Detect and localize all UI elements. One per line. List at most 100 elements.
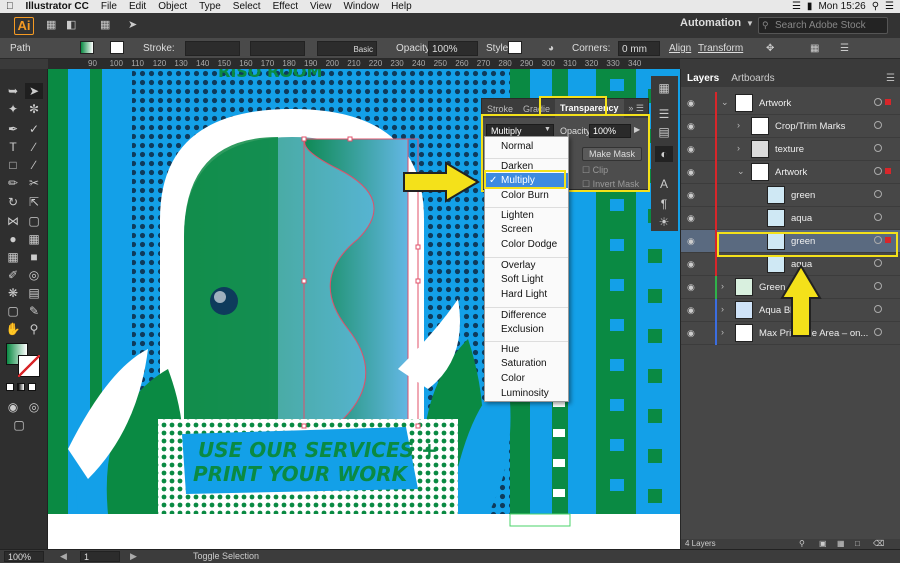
target-circle-icon[interactable] [874, 167, 882, 175]
panel-menu-icon[interactable]: » ☰ [628, 103, 648, 114]
target-circle-icon[interactable] [874, 259, 882, 267]
shape-builder-tool-icon[interactable]: ● [4, 231, 22, 247]
panel-menu-icon[interactable]: ☰ [886, 73, 900, 84]
layer-row[interactable]: ◉ green [681, 184, 900, 207]
menu-type[interactable]: Type [193, 1, 227, 12]
target-circle-icon[interactable] [874, 213, 882, 221]
chevron-right-icon[interactable]: › [721, 304, 724, 314]
next-artboard-icon[interactable]: ▶ [130, 551, 137, 562]
eraser-tool-icon[interactable]: ✂ [25, 175, 43, 191]
visibility-eye-icon[interactable]: ◉ [687, 328, 699, 338]
scale-tool-icon[interactable]: ⇱ [25, 194, 43, 210]
locate-object-icon[interactable]: ⚲ [799, 539, 805, 548]
arrange-documents-icon[interactable]: ▦ [100, 18, 110, 31]
gradient-mode-button[interactable] [17, 383, 25, 391]
blend-tool-icon[interactable]: ◎ [25, 267, 43, 283]
layer-name[interactable]: aqua [791, 213, 812, 224]
blend-option-color[interactable]: Color [485, 371, 568, 386]
menu-window[interactable]: Window [337, 1, 385, 12]
gradient-panel-icon[interactable]: ▤ [655, 124, 673, 140]
layer-row[interactable]: ◉ › Crop/Trim Marks [681, 115, 900, 138]
blend-option-hard-light[interactable]: Hard Light [485, 287, 568, 302]
zoom-tool-icon[interactable]: ⚲ [25, 321, 43, 337]
clock[interactable]: Mon 15:26 [818, 1, 865, 12]
layer-row[interactable]: ◉ ⌄ Artwork [681, 92, 900, 115]
magic-wand-tool-icon[interactable]: ✦ [4, 101, 22, 117]
chevron-down-icon[interactable]: ⌄ [721, 97, 729, 108]
draw-normal-icon[interactable]: ◉ [4, 399, 22, 415]
target-circle-icon[interactable] [874, 282, 882, 290]
selection-indicator[interactable] [885, 168, 891, 174]
layer-name[interactable]: Artwork [759, 98, 791, 109]
rotate-tool-icon[interactable]: ↻ [4, 194, 22, 210]
fill-swatch[interactable] [80, 41, 94, 54]
visibility-eye-icon[interactable]: ◉ [687, 167, 699, 177]
screen-mode-icon[interactable]: ▢ [4, 417, 34, 433]
menu-view[interactable]: View [304, 1, 338, 12]
chevron-right-icon[interactable]: › [721, 327, 724, 337]
menu-select[interactable]: Select [227, 1, 267, 12]
prev-artboard-icon[interactable]: ◀ [60, 551, 67, 562]
blend-option-lighten[interactable]: Lighten [485, 207, 568, 222]
gpu-rocket-icon[interactable]: ➤ [128, 18, 137, 31]
blend-option-exclusion[interactable]: Exclusion [485, 322, 568, 337]
layer-name[interactable]: green [791, 190, 815, 201]
blend-option-saturation[interactable]: Saturation [485, 356, 568, 371]
blend-option-difference[interactable]: Difference [485, 307, 568, 322]
blend-option-color-burn[interactable]: Color Burn [485, 188, 568, 203]
make-clipping-mask-icon[interactable]: ▣ [819, 539, 827, 548]
workspace-switcher[interactable]: Automation [680, 17, 750, 33]
stock-icon[interactable]: ◧ [66, 18, 76, 31]
stroke-weight-field[interactable] [185, 41, 240, 56]
isolate-icon[interactable]: ✥ [766, 41, 774, 56]
target-circle-icon[interactable] [874, 305, 882, 313]
bridge-icon[interactable]: ▦ [46, 18, 56, 31]
brush-definition[interactable]: Basic [317, 41, 377, 56]
blend-option-soft-light[interactable]: Soft Light [485, 272, 568, 287]
visibility-eye-icon[interactable]: ◉ [687, 98, 699, 108]
blend-option-normal[interactable]: Normal [485, 139, 568, 154]
stroke-panel-icon[interactable]: ☰ [655, 106, 673, 122]
target-circle-icon[interactable] [874, 328, 882, 336]
visibility-eye-icon[interactable]: ◉ [687, 213, 699, 223]
menu-file[interactable]: File [95, 1, 123, 12]
layer-name[interactable]: Crop/Trim Marks [775, 121, 845, 132]
tab-stroke[interactable]: Stroke [482, 104, 518, 114]
blend-option-screen[interactable]: Screen [485, 222, 568, 237]
visibility-eye-icon[interactable]: ◉ [687, 259, 699, 269]
slice-tool-icon[interactable]: ✎ [25, 303, 43, 319]
layer-row[interactable]: ◉ ⌄ Artwork [681, 161, 900, 184]
delete-layer-icon[interactable]: ⌫ [873, 539, 884, 548]
eyedropper-tool-icon[interactable]: ✐ [4, 267, 22, 283]
visibility-eye-icon[interactable]: ◉ [687, 190, 699, 200]
menu-list-icon[interactable]: ☰ [885, 1, 894, 12]
appearance-panel-icon[interactable]: ☀ [655, 214, 673, 230]
chevron-right-icon[interactable]: › [721, 281, 724, 291]
artboard-number-field[interactable]: 1 [80, 551, 120, 562]
artboard-tool-icon[interactable]: ▢ [4, 303, 22, 319]
wifi-icon[interactable]: ☰ [792, 1, 801, 12]
target-circle-icon[interactable] [874, 190, 882, 198]
spotlight-icon[interactable]: ⚲ [872, 1, 879, 12]
align-button[interactable]: Align [669, 41, 691, 56]
search-stock-input[interactable]: Search Adobe Stock [758, 17, 888, 34]
gradient-tool-icon[interactable]: ■ [25, 249, 43, 265]
transparency-panel-icon[interactable]: ◐ [655, 146, 673, 162]
visibility-eye-icon[interactable]: ◉ [687, 282, 699, 292]
paintbrush-tool-icon[interactable]: ∕ [25, 157, 43, 173]
width-tool-icon[interactable]: ⋈ [4, 213, 22, 229]
menu-help[interactable]: Help [385, 1, 418, 12]
curvature-tool-icon[interactable]: ✓ [25, 121, 43, 137]
stroke-swatch[interactable] [110, 41, 124, 54]
color-panel-icon[interactable]: ▦ [655, 80, 673, 96]
apple-icon[interactable]:  [0, 1, 20, 12]
blend-option-luminosity[interactable]: Luminosity [485, 386, 568, 401]
battery-icon[interactable]: ▮ [807, 1, 813, 12]
lasso-tool-icon[interactable]: ✼ [25, 101, 43, 117]
hand-tool-icon[interactable]: ✋ [4, 321, 22, 337]
chevron-down-icon[interactable]: ▼ [746, 19, 754, 28]
opacity-field[interactable]: 100% [428, 41, 478, 56]
target-circle-icon[interactable] [874, 144, 882, 152]
target-circle-icon[interactable] [874, 98, 882, 106]
visibility-eye-icon[interactable]: ◉ [687, 236, 699, 246]
